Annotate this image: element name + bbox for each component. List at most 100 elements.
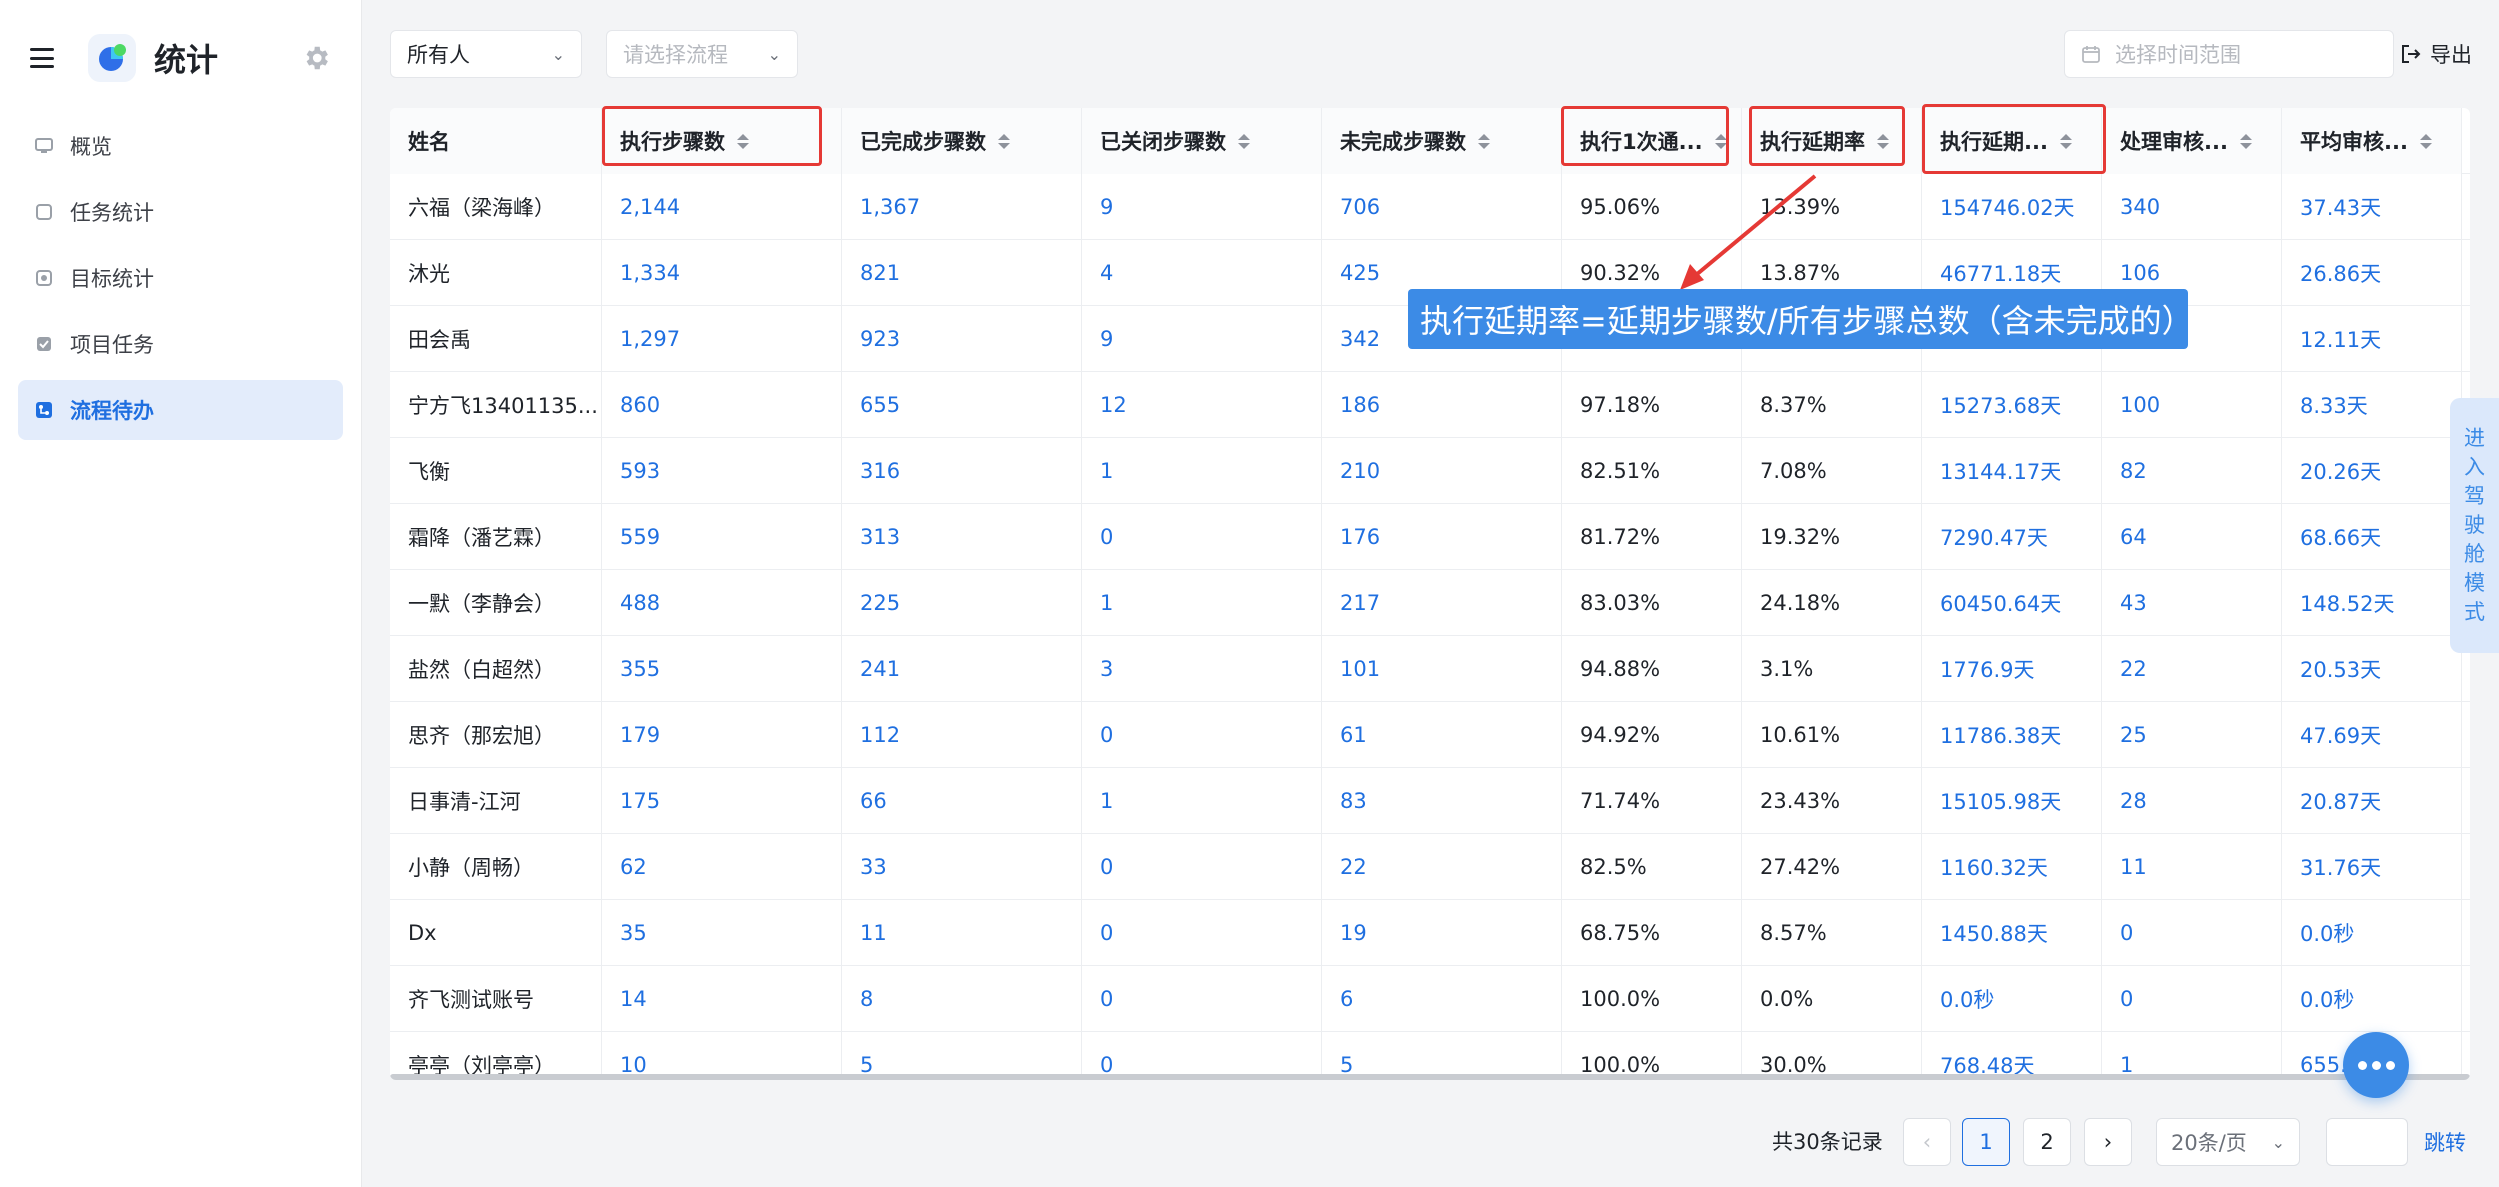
page-button[interactable]: 1 <box>1962 1118 2010 1166</box>
table-cell[interactable]: 5 <box>842 1032 1082 1080</box>
table-cell[interactable]: 101 <box>1322 636 1562 702</box>
table-cell[interactable]: 176 <box>1322 504 1562 570</box>
sort-icon[interactable] <box>2059 133 2072 149</box>
table-cell[interactable]: 100 <box>2102 372 2282 438</box>
table-cell[interactable]: 210 <box>1322 438 1562 504</box>
table-cell[interactable]: 860 <box>602 372 842 438</box>
table-cell[interactable]: 1,367 <box>842 174 1082 240</box>
sort-icon[interactable] <box>2239 133 2252 149</box>
table-cell[interactable]: 821 <box>842 240 1082 306</box>
column-header[interactable]: 姓名 <box>390 108 602 174</box>
table-cell[interactable]: 35 <box>602 900 842 966</box>
sort-icon[interactable] <box>737 133 749 149</box>
table-cell[interactable]: 11 <box>2102 834 2282 900</box>
page-size-select[interactable]: 20条/页 ⌄ <box>2156 1118 2300 1166</box>
table-cell[interactable]: 148.52天 <box>2282 570 2462 636</box>
date-range-picker[interactable]: 选择时间范围 <box>2064 30 2394 78</box>
table-cell[interactable]: 0 <box>1082 504 1322 570</box>
table-cell[interactable]: 175 <box>602 768 842 834</box>
table-cell[interactable]: 11 <box>842 900 1082 966</box>
gear-icon[interactable] <box>301 43 331 73</box>
table-cell[interactable]: 22 <box>1322 834 1562 900</box>
table-cell[interactable]: 26.86天 <box>2282 240 2462 306</box>
table-cell[interactable]: 2,144 <box>602 174 842 240</box>
column-header[interactable]: 执行步骤数 <box>602 108 842 174</box>
table-cell[interactable]: 0.0秒 <box>2282 900 2462 966</box>
table-cell[interactable]: 43 <box>2102 570 2282 636</box>
table-cell[interactable]: 225 <box>842 570 1082 636</box>
table-cell[interactable]: 559 <box>602 504 842 570</box>
table-cell[interactable]: 1 <box>1082 570 1322 636</box>
table-cell[interactable]: 706 <box>1322 174 1562 240</box>
table-cell[interactable]: 10 <box>602 1032 842 1080</box>
next-page-button[interactable]: › <box>2084 1118 2132 1166</box>
table-cell[interactable]: 179 <box>602 702 842 768</box>
table-cell[interactable]: 0 <box>1082 834 1322 900</box>
table-cell[interactable]: 1 <box>2102 1032 2282 1080</box>
table-cell[interactable]: 22 <box>2102 636 2282 702</box>
table-cell[interactable]: 0.0秒 <box>2282 966 2462 1032</box>
table-cell[interactable]: 655 <box>842 372 1082 438</box>
table-cell[interactable]: 313 <box>842 504 1082 570</box>
table-cell[interactable]: 1160.32天 <box>1922 834 2102 900</box>
table-cell[interactable]: 7290.47天 <box>1922 504 2102 570</box>
table-cell[interactable]: 6 <box>1322 966 1562 1032</box>
sort-icon[interactable] <box>1478 133 1490 149</box>
table-cell[interactable]: 112 <box>842 702 1082 768</box>
table-cell[interactable]: 1450.88天 <box>1922 900 2102 966</box>
flow-select[interactable]: 请选择流程 ⌄ <box>606 30 798 78</box>
table-cell[interactable]: 1 <box>1082 768 1322 834</box>
table-cell[interactable]: 768.48天 <box>1922 1032 2102 1080</box>
column-header[interactable]: 执行1次通... <box>1562 108 1742 174</box>
sort-icon[interactable] <box>1714 133 1727 149</box>
table-cell[interactable]: 47.69天 <box>2282 702 2462 768</box>
table-cell[interactable]: 488 <box>602 570 842 636</box>
table-cell[interactable]: 0 <box>2102 900 2282 966</box>
sort-icon[interactable] <box>998 133 1010 149</box>
column-header[interactable]: 未完成步骤数 <box>1322 108 1562 174</box>
table-cell[interactable]: 37.43天 <box>2282 174 2462 240</box>
table-cell[interactable]: 13144.17天 <box>1922 438 2102 504</box>
table-cell[interactable]: 217 <box>1322 570 1562 636</box>
sort-icon[interactable] <box>1877 133 1889 149</box>
table-cell[interactable]: 5 <box>1322 1032 1562 1080</box>
table-cell[interactable]: 0 <box>1082 966 1322 1032</box>
horizontal-scrollbar[interactable] <box>390 1074 2470 1080</box>
table-cell[interactable]: 1 <box>1082 438 1322 504</box>
table-cell[interactable]: 31.76天 <box>2282 834 2462 900</box>
table-cell[interactable]: 1,297 <box>602 306 842 372</box>
table-cell[interactable]: 355 <box>602 636 842 702</box>
table-cell[interactable]: 15105.98天 <box>1922 768 2102 834</box>
table-cell[interactable]: 340 <box>2102 174 2282 240</box>
table-cell[interactable]: 0 <box>2102 966 2282 1032</box>
table-cell[interactable]: 0 <box>1082 1032 1322 1080</box>
table-cell[interactable]: 593 <box>602 438 842 504</box>
prev-page-button[interactable]: ‹ <box>1903 1118 1951 1166</box>
table-cell[interactable]: 0 <box>1082 702 1322 768</box>
export-button[interactable]: 导出 <box>2400 30 2472 78</box>
table-cell[interactable]: 923 <box>842 306 1082 372</box>
table-cell[interactable]: 3 <box>1082 636 1322 702</box>
cockpit-mode-button[interactable]: 进入驾驶舱模式 <box>2450 398 2499 653</box>
table-cell[interactable]: 33 <box>842 834 1082 900</box>
jump-button[interactable]: 跳转 <box>2424 1118 2466 1166</box>
column-header[interactable]: 平均审核... <box>2282 108 2462 174</box>
table-cell[interactable]: 186 <box>1322 372 1562 438</box>
column-header[interactable]: 执行延期率 <box>1742 108 1922 174</box>
table-cell[interactable]: 64 <box>2102 504 2282 570</box>
column-header[interactable]: 已关闭步骤数 <box>1082 108 1322 174</box>
table-cell[interactable]: 4 <box>1082 240 1322 306</box>
table-cell[interactable]: 11786.38天 <box>1922 702 2102 768</box>
owner-select[interactable]: 所有人 ⌄ <box>390 30 582 78</box>
table-cell[interactable]: 154746.02天 <box>1922 174 2102 240</box>
table-cell[interactable]: 8.33天 <box>2282 372 2462 438</box>
table-cell[interactable]: 83 <box>1322 768 1562 834</box>
table-cell[interactable]: 8 <box>842 966 1082 1032</box>
table-cell[interactable]: 241 <box>842 636 1082 702</box>
table-cell[interactable]: 0.0秒 <box>1922 966 2102 1032</box>
table-cell[interactable]: 1,334 <box>602 240 842 306</box>
sidebar-item-overview[interactable]: 概览 <box>18 116 343 176</box>
table-cell[interactable]: 20.87天 <box>2282 768 2462 834</box>
table-cell[interactable]: 20.53天 <box>2282 636 2462 702</box>
table-cell[interactable]: 15273.68天 <box>1922 372 2102 438</box>
